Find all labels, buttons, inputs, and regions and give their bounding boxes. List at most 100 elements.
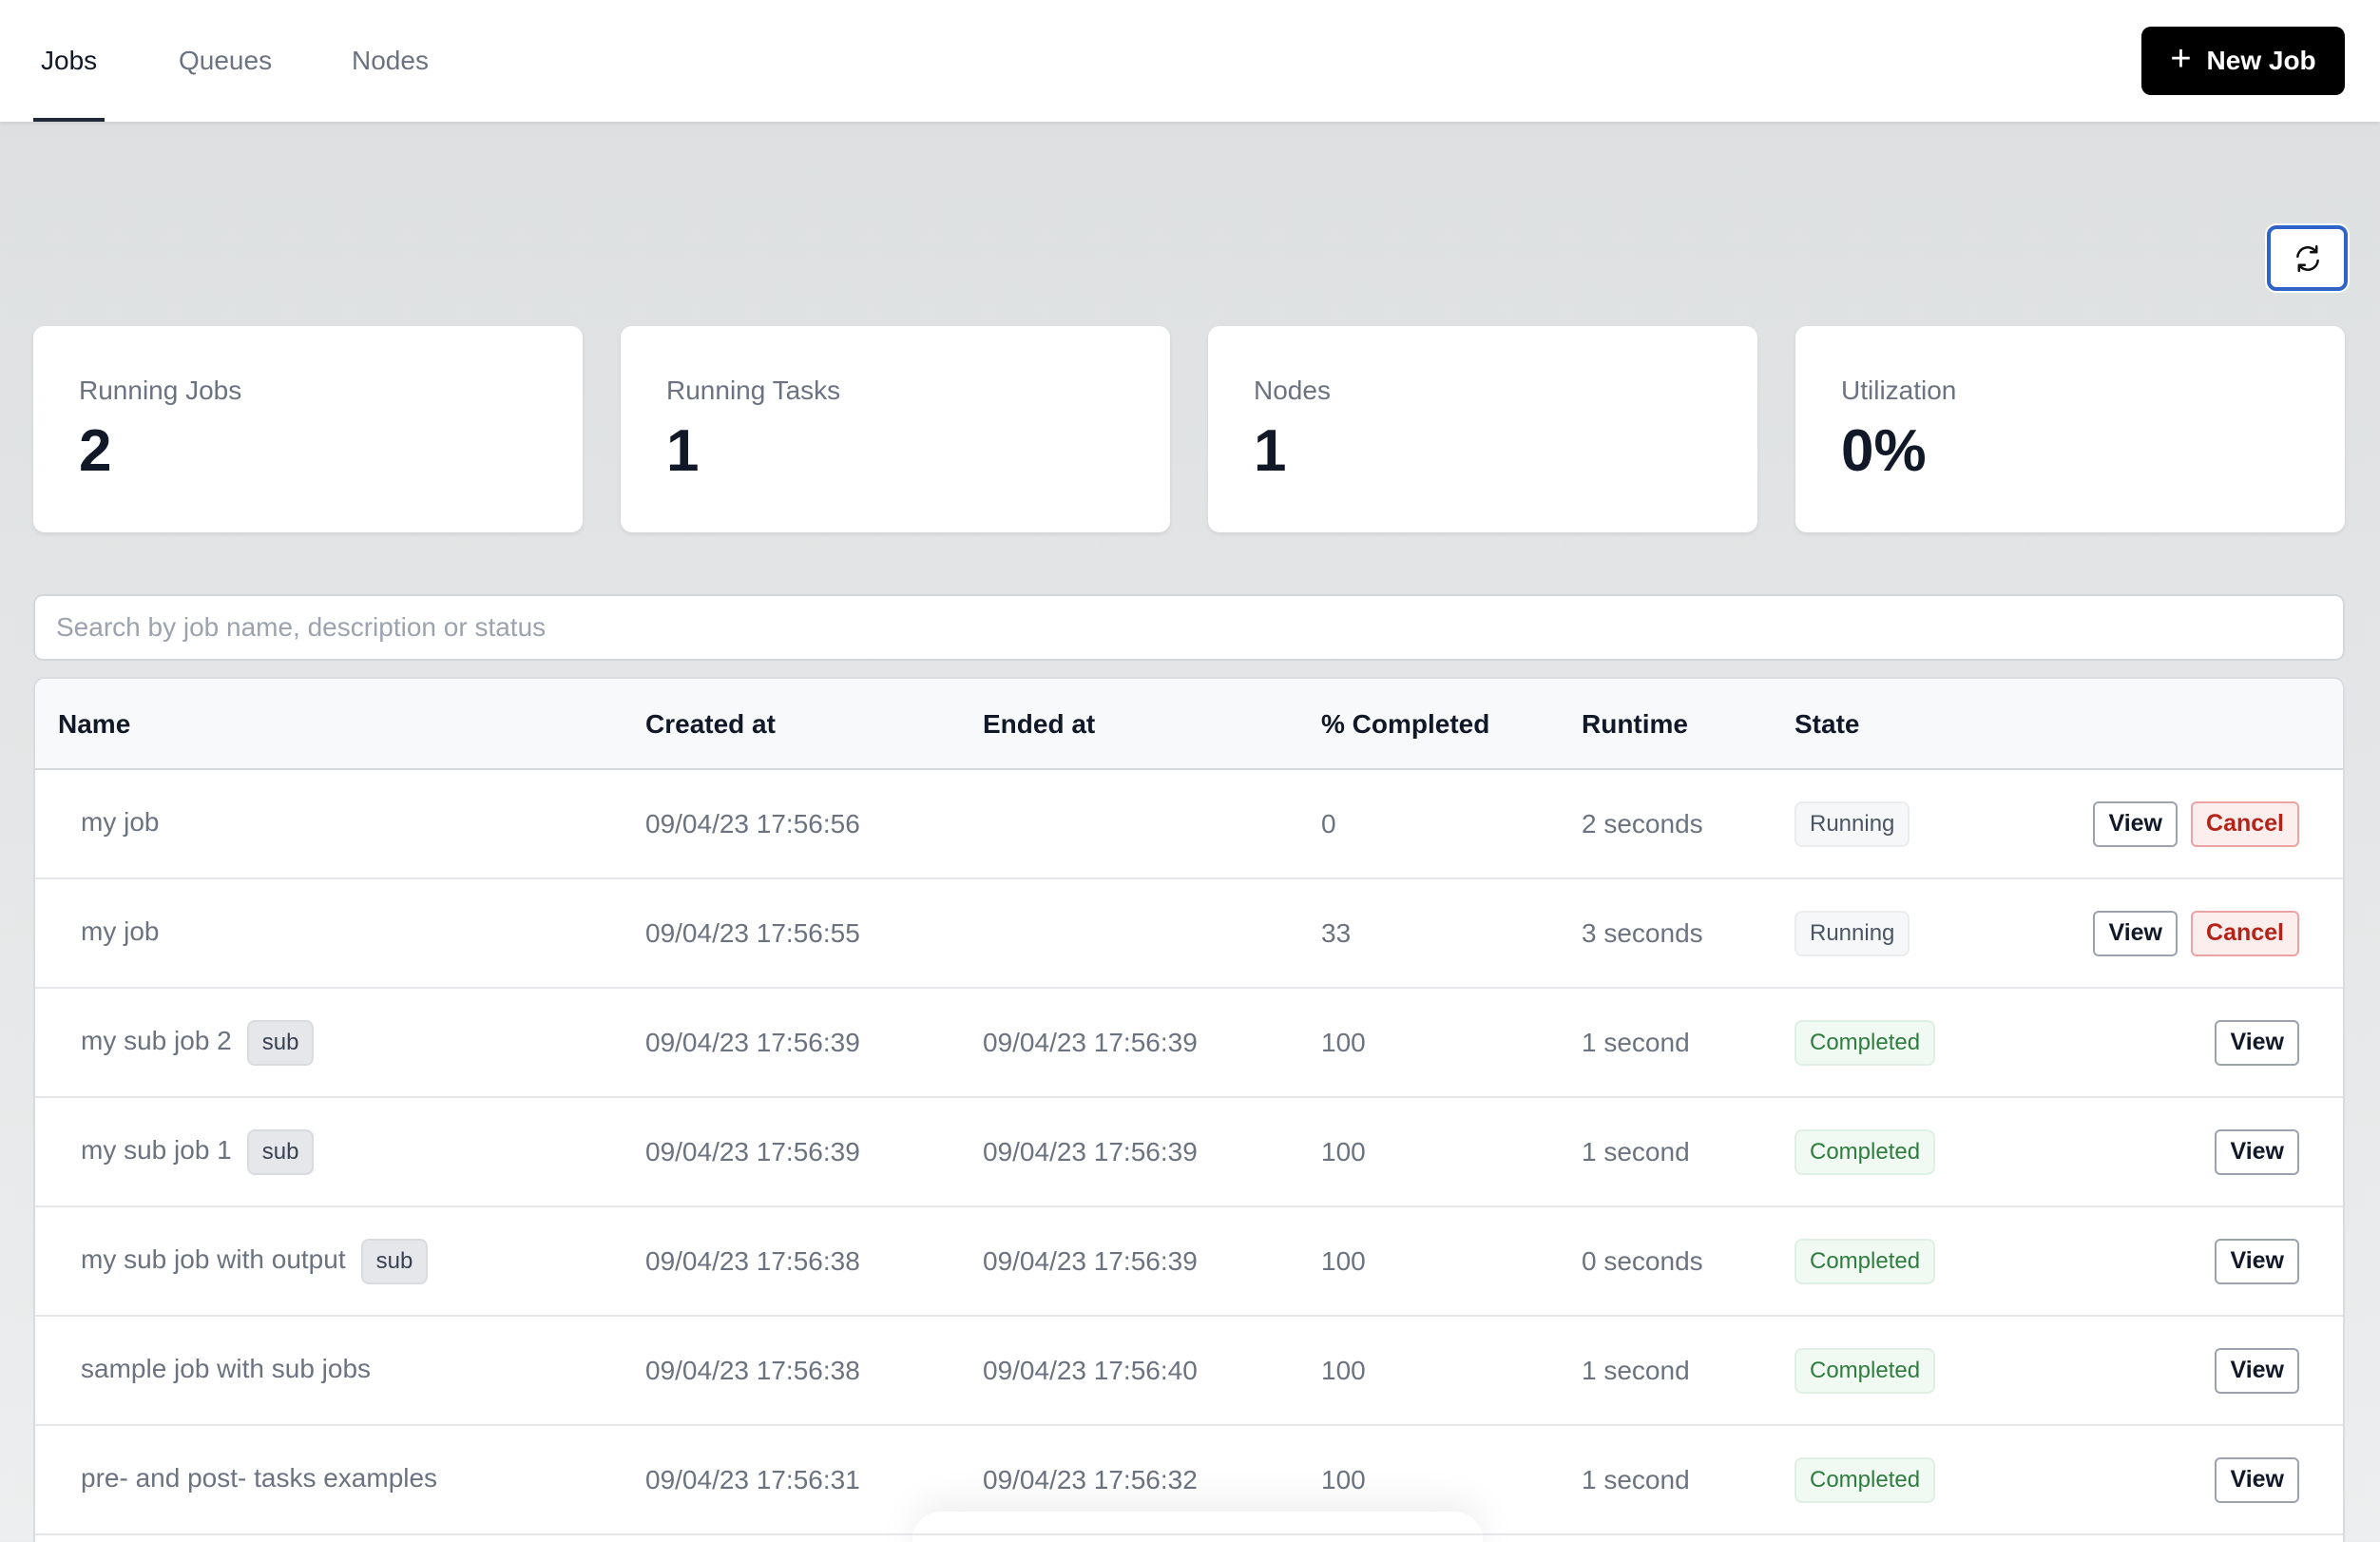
column-header-percent-completed[interactable]: % Completed — [1321, 679, 1489, 770]
table-row[interactable]: my job 09/04/23 17:56:56 0 2 seconds Running… — [35, 770, 2343, 879]
cell-percent-completed: 33 — [1321, 917, 1352, 948]
tab-nodes[interactable]: Nodes — [352, 0, 429, 122]
cell-state: Completed — [1795, 989, 1936, 1096]
stat-card-running-jobs: Running Jobs 2 — [33, 326, 583, 532]
status-badge: Completed — [1795, 1019, 1936, 1066]
row-actions: View — [2215, 1426, 2299, 1533]
sub-badge: sub — [246, 1019, 315, 1066]
job-name[interactable]: sample job with sub jobs — [81, 1354, 371, 1384]
plus-icon: + — [2170, 39, 2192, 79]
row-actions: View Cancel — [2093, 770, 2299, 877]
cell-name: sample job with sub jobs — [81, 1317, 371, 1424]
row-actions: View — [2215, 1207, 2299, 1315]
table-row[interactable]: pre- and post- tasks examples 09/04/23 17… — [35, 1426, 2343, 1535]
cell-name: pre- and post- tasks examples — [81, 1426, 437, 1533]
status-badge: Running — [1795, 800, 1910, 847]
cell-state: Completed — [1795, 1317, 1936, 1424]
row-actions: View Cancel — [2093, 879, 2299, 987]
cell-created-at: 09/04/23 17:56:55 — [645, 917, 860, 948]
cell-created-at: 09/04/23 17:56:38 — [645, 1245, 860, 1276]
cancel-button[interactable]: Cancel — [2191, 800, 2299, 847]
stat-label: Nodes — [1254, 376, 1331, 405]
cell-runtime: 1 second — [1582, 1136, 1690, 1166]
view-button[interactable]: View — [2215, 1347, 2299, 1394]
cell-percent-completed: 100 — [1321, 1136, 1366, 1166]
cell-percent-completed: 100 — [1321, 1355, 1366, 1385]
cell-runtime: 1 second — [1582, 1355, 1690, 1385]
view-button[interactable]: View — [2215, 1456, 2299, 1503]
table-row[interactable]: my sub job with output sub 09/04/23 17:56:… — [35, 1207, 2343, 1317]
column-header-ended-at[interactable]: Ended at — [983, 679, 1095, 770]
stat-label: Running Jobs — [79, 376, 242, 405]
column-header-name[interactable]: Name — [58, 679, 130, 770]
row-actions: View — [2215, 1098, 2299, 1205]
cell-created-at: 09/04/23 17:56:39 — [645, 1027, 860, 1057]
cell-runtime: 1 second — [1582, 1464, 1690, 1494]
table-row[interactable]: sample job with sub jobs 09/04/23 17:56:3… — [35, 1317, 2343, 1426]
refresh-button[interactable] — [2267, 225, 2348, 291]
stat-value: 2 — [79, 418, 112, 484]
cell-created-at: 09/04/23 17:56:31 — [645, 1464, 860, 1494]
column-header-state[interactable]: State — [1795, 679, 1859, 770]
cell-name: my sub job 1 sub — [81, 1098, 315, 1205]
stat-card-nodes: Nodes 1 — [1208, 326, 1757, 532]
cell-runtime: 1 second — [1582, 1027, 1690, 1057]
cell-ended-at: 09/04/23 17:56:40 — [983, 1355, 1198, 1385]
cancel-button[interactable]: Cancel — [2191, 910, 2299, 956]
job-name[interactable]: pre- and post- tasks examples — [81, 1463, 437, 1494]
cell-created-at: 09/04/23 17:56:39 — [645, 1136, 860, 1166]
status-badge: Running — [1795, 910, 1910, 956]
job-name[interactable]: my sub job 1 — [81, 1135, 232, 1166]
cell-ended-at: 09/04/23 17:56:39 — [983, 1027, 1198, 1057]
status-badge: Completed — [1795, 1347, 1936, 1394]
cell-percent-completed: 100 — [1321, 1464, 1366, 1494]
cell-ended-at: 09/04/23 17:56:39 — [983, 1245, 1198, 1276]
stat-label: Running Tasks — [666, 376, 841, 405]
job-name[interactable]: my sub job 2 — [81, 1026, 232, 1056]
status-badge: Completed — [1795, 1128, 1936, 1175]
view-button[interactable]: View — [2215, 1019, 2299, 1066]
table-header: Name Created at Ended at % Completed Run… — [35, 679, 2343, 770]
tab-jobs[interactable]: Jobs — [32, 0, 106, 122]
stat-value: 1 — [1254, 418, 1287, 484]
sub-badge: sub — [360, 1238, 429, 1284]
cell-state: Running — [1795, 879, 1910, 987]
cell-runtime: 2 seconds — [1582, 808, 1703, 838]
stat-value: 0% — [1841, 418, 1927, 484]
stat-card-utilization: Utilization 0% — [1795, 326, 2345, 532]
stat-label: Utilization — [1841, 376, 1957, 405]
stat-card-running-tasks: Running Tasks 1 — [621, 326, 1170, 532]
job-name[interactable]: my job — [81, 807, 159, 838]
jobs-table: Name Created at Ended at % Completed Run… — [33, 677, 2345, 1542]
column-header-runtime[interactable]: Runtime — [1582, 679, 1688, 770]
table-row[interactable]: my sub job 2 sub 09/04/23 17:56:39 09/04/23… — [35, 989, 2343, 1098]
stat-value: 1 — [666, 418, 700, 484]
view-button[interactable]: View — [2093, 800, 2178, 847]
cell-percent-completed: 0 — [1321, 808, 1336, 838]
table-row[interactable]: my job 09/04/23 17:56:55 33 3 seconds Runnin… — [35, 879, 2343, 989]
view-button[interactable]: View — [2215, 1238, 2299, 1284]
cell-name: my job — [81, 770, 159, 877]
new-job-button[interactable]: + New Job — [2141, 27, 2345, 95]
tab-queues[interactable]: Queues — [179, 0, 272, 122]
cell-name: my job — [81, 879, 159, 987]
cell-runtime: 3 seconds — [1582, 917, 1703, 948]
top-nav: Jobs Queues Nodes + New Job — [0, 0, 2380, 122]
job-name[interactable]: my job — [81, 916, 159, 947]
new-job-label: New Job — [2206, 46, 2316, 75]
search-input[interactable] — [33, 594, 2345, 661]
view-button[interactable]: View — [2093, 910, 2178, 956]
cell-name: my sub job 2 sub — [81, 989, 315, 1096]
cell-state: Completed — [1795, 1098, 1936, 1205]
cell-created-at: 09/04/23 17:56:38 — [645, 1355, 860, 1385]
status-badge: Completed — [1795, 1456, 1936, 1503]
table-row[interactable]: my sub job 1 sub 09/04/23 17:56:39 09/04/23… — [35, 1098, 2343, 1207]
sub-badge: sub — [246, 1128, 315, 1175]
column-header-created-at[interactable]: Created at — [645, 679, 776, 770]
cell-percent-completed: 100 — [1321, 1245, 1366, 1276]
status-badge: Completed — [1795, 1238, 1936, 1284]
cell-runtime: 0 seconds — [1582, 1245, 1703, 1276]
row-actions: View — [2215, 1317, 2299, 1424]
job-name[interactable]: my sub job with output — [81, 1244, 346, 1275]
view-button[interactable]: View — [2215, 1128, 2299, 1175]
